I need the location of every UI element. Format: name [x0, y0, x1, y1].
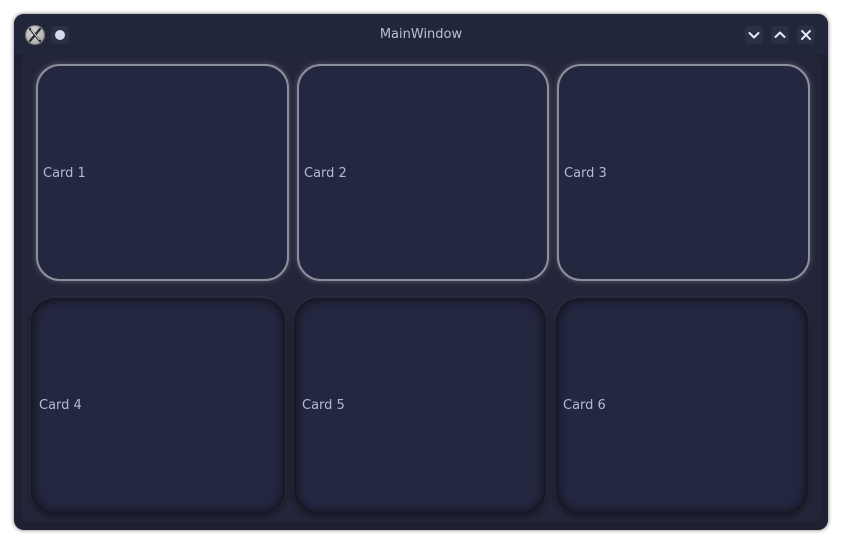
card-6-label: Card 6 — [563, 398, 606, 413]
card-3[interactable]: Card 3 — [557, 64, 810, 281]
main-window: MainWindow Card 1 Card 2 Card 3 Card 4 C… — [14, 14, 828, 530]
card-4-label: Card 4 — [39, 398, 82, 413]
card-3-label: Card 3 — [564, 166, 607, 181]
card-6[interactable]: Card 6 — [556, 298, 808, 514]
close-button[interactable] — [797, 26, 815, 44]
card-1-label: Card 1 — [43, 166, 86, 181]
close-icon — [801, 30, 811, 40]
minimize-button[interactable] — [745, 26, 763, 44]
title-bar[interactable]: MainWindow — [14, 14, 828, 54]
card-5[interactable]: Card 5 — [294, 298, 546, 514]
card-2-label: Card 2 — [304, 166, 347, 181]
chevron-up-icon — [774, 31, 786, 38]
card-5-label: Card 5 — [302, 398, 345, 413]
card-1[interactable]: Card 1 — [36, 64, 289, 281]
window-title: MainWindow — [379, 27, 463, 42]
maximize-button[interactable] — [771, 26, 789, 44]
card-4[interactable]: Card 4 — [31, 298, 285, 514]
card-2[interactable]: Card 2 — [297, 64, 549, 281]
card-grid: Card 1 Card 2 Card 3 Card 4 Card 5 Card … — [21, 54, 821, 522]
chevron-down-icon — [748, 32, 760, 39]
